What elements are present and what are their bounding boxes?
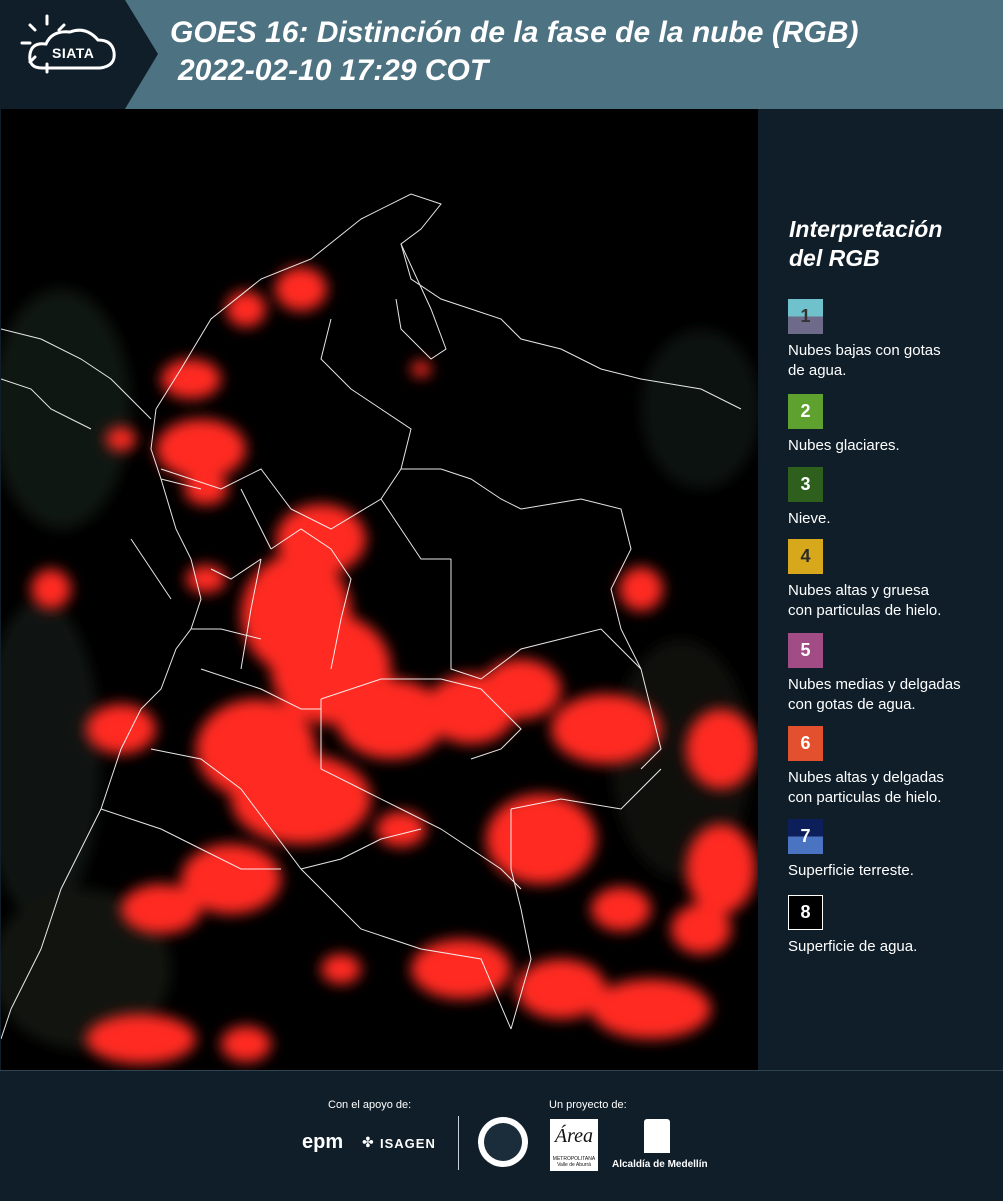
legend-label-7-line-1: Superficie terreste.: [788, 862, 914, 879]
legend-label-3: Nieve.: [788, 509, 998, 529]
legend-number-1: 1: [800, 306, 811, 326]
legend-number-3: 3: [800, 474, 811, 494]
legend-label-5-line-2: con gotas de agua.: [788, 696, 916, 713]
epm-logo: epm: [302, 1131, 344, 1153]
legend-number-5: 5: [800, 640, 811, 660]
legend-item-1: 1 Nubes bajas con gotas de agua.: [788, 299, 998, 381]
legend-swatch-3: 3: [788, 467, 823, 502]
legend-item-8: 8 Superficie de agua.: [788, 895, 998, 957]
area-metropolitana-logo: Área METROPOLITANA Valle de Aburrá: [550, 1119, 598, 1171]
legend-label-5: Nubes medias y delgadas con gotas de agu…: [788, 675, 998, 715]
title-line-1: GOES 16: Distinción de la fase de la nub…: [170, 16, 859, 49]
legend-label-7: Superficie terreste.: [788, 861, 998, 881]
project-label: Un proyecto de:: [549, 1099, 627, 1111]
isagen-logo: ISAGEN: [380, 1136, 436, 1151]
header-bar: SIATA GOES 16: Distinción de la fase de …: [0, 0, 1003, 109]
legend-item-5: 5 Nubes medias y delgadas con gotas de a…: [788, 633, 998, 715]
logo-text: SIATA: [52, 45, 95, 61]
legend-label-6-line-1: Nubes altas y delgadas: [788, 769, 944, 786]
legend-swatch-1: 1: [788, 299, 823, 334]
legend-label-3-line-1: Nieve.: [788, 510, 831, 527]
support-label: Con el apoyo de:: [328, 1099, 412, 1111]
legend-swatch-5: 5: [788, 633, 823, 668]
legend-title-line-2: del RGB: [789, 245, 880, 271]
footer: Con el apoyo de: Un proyecto de: epm ✤ I…: [0, 1070, 1003, 1201]
title-line-2: 2022-02-10 17:29 COT: [178, 54, 489, 87]
area-logo-text: Área: [554, 1125, 594, 1147]
legend-label-1-line-1: Nubes bajas con gotas: [788, 342, 941, 359]
legend-number-4: 4: [800, 546, 811, 566]
legend-number-2: 2: [800, 401, 811, 421]
legend-label-6: Nubes altas y delgadas con particulas de…: [788, 768, 998, 808]
area-logo-sub2: Valle de Aburrá: [557, 1162, 591, 1168]
legend-label-4-line-1: Nubes altas y gruesa: [788, 582, 929, 599]
legend-swatch-2: 2: [788, 394, 823, 429]
legend-label-2: Nubes glaciares.: [788, 436, 998, 456]
siata-logo: SIATA: [0, 0, 158, 109]
legend-title: Interpretación del RGB: [789, 215, 989, 273]
legend-label-2-line-1: Nubes glaciares.: [788, 437, 900, 454]
legend-label-8: Superficie de agua.: [788, 937, 998, 957]
legend-swatch-6: 6: [788, 726, 823, 761]
legend-swatch-7: 7: [788, 819, 823, 854]
legend-number-8: 8: [800, 902, 811, 922]
legend-label-1-line-2: de agua.: [788, 362, 847, 379]
university-seal-logo: [478, 1117, 528, 1167]
legend-label-5-line-1: Nubes medias y delgadas: [788, 676, 961, 693]
satellite-map: [1, 109, 758, 1070]
legend-label-6-line-2: con particulas de hielo.: [788, 789, 942, 806]
legend-number-7: 7: [800, 826, 811, 846]
legend-item-3: 3 Nieve.: [788, 467, 998, 529]
legend-label-8-line-1: Superficie de agua.: [788, 938, 918, 955]
legend-swatch-8: 8: [788, 895, 823, 930]
legend-panel: Interpretación del RGB 1 Nubes bajas con…: [760, 109, 1003, 1070]
legend-number-6: 6: [800, 733, 811, 753]
legend-title-line-1: Interpretación: [789, 216, 943, 242]
legend-swatch-4: 4: [788, 539, 823, 574]
legend-label-1: Nubes bajas con gotas de agua.: [788, 341, 998, 381]
legend-label-4-line-2: con particulas de hielo.: [788, 602, 942, 619]
footer-divider: [458, 1116, 459, 1170]
isagen-icon: ✤: [362, 1135, 374, 1151]
legend-item-2: 2 Nubes glaciares.: [788, 394, 998, 456]
page-title: GOES 16: Distinción de la fase de la nub…: [170, 14, 858, 90]
alcaldia-shield-icon: [644, 1119, 670, 1153]
legend-item-7: 7 Superficie terreste.: [788, 819, 998, 881]
alcaldia-logo: Alcaldía de Medellín: [612, 1159, 708, 1170]
legend-label-4: Nubes altas y gruesa con particulas de h…: [788, 581, 998, 621]
legend-item-4: 4 Nubes altas y gruesa con particulas de…: [788, 539, 998, 621]
legend-item-6: 6 Nubes altas y delgadas con particulas …: [788, 726, 998, 808]
